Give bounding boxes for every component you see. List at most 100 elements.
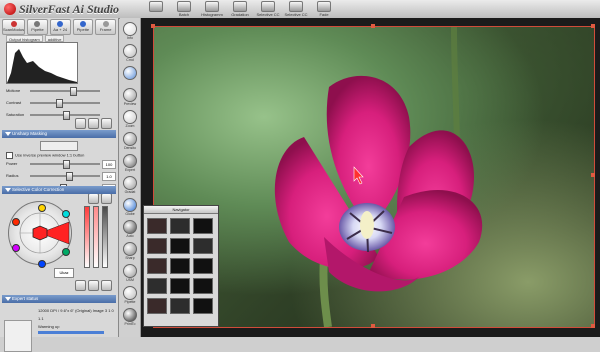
tab-3[interactable]: Pipette xyxy=(72,19,94,35)
toolbar-item-label: Batch xyxy=(178,12,190,17)
color-swatch-dot[interactable] xyxy=(12,218,20,226)
tab-label: Pipette xyxy=(31,27,44,32)
color-swatch-dot[interactable] xyxy=(62,248,70,256)
reset-button[interactable] xyxy=(75,118,86,129)
slider-knob[interactable] xyxy=(56,99,64,108)
crop-handle-top[interactable] xyxy=(371,24,375,28)
toolbar-item-1[interactable]: Batch xyxy=(173,1,195,17)
tab-2[interactable]: Aa + 24 Bit xyxy=(49,19,71,52)
side-tool-3[interactable]: Preview xyxy=(122,88,138,107)
color-swatch-dot[interactable] xyxy=(62,210,70,218)
side-tool-9[interactable]: Auto xyxy=(122,220,138,239)
slider-row: Contrast xyxy=(6,98,114,108)
side-tool-label: Sharp xyxy=(125,256,135,260)
section-usm[interactable]: Unsharp Masking xyxy=(2,130,116,138)
side-tool-5[interactable]: Densito xyxy=(122,132,138,151)
navigator-thumbnail[interactable] xyxy=(147,278,167,294)
navigator-thumbnail[interactable] xyxy=(170,298,190,314)
color-swatch-dot[interactable] xyxy=(38,260,46,268)
navigator-panel[interactable]: Navigator xyxy=(143,205,219,327)
tulip-photo xyxy=(274,27,483,327)
crop-handle-bottom[interactable] xyxy=(371,324,375,328)
usm-checkbox[interactable]: Use inverse preview window 1:1 button xyxy=(6,152,84,159)
level-slider-bar[interactable] xyxy=(84,206,90,268)
color-swatch-dot[interactable] xyxy=(12,244,20,252)
slider-track[interactable] xyxy=(30,102,100,104)
usm-save-button[interactable] xyxy=(101,193,112,204)
side-tool-1[interactable]: Cmd xyxy=(122,44,138,63)
slider-track[interactable] xyxy=(30,90,100,92)
scc-delete-button[interactable] xyxy=(101,280,112,291)
navigator-thumbnail[interactable] xyxy=(147,258,167,274)
silverfast-logo-icon xyxy=(4,3,16,15)
crop-handle-tr[interactable] xyxy=(591,24,595,28)
navigator-thumbnail[interactable] xyxy=(147,298,167,314)
navigator-thumbnail[interactable] xyxy=(193,278,213,294)
navigator-thumbnail[interactable] xyxy=(193,298,213,314)
tab-icon xyxy=(102,21,109,27)
slider-track[interactable] xyxy=(30,175,100,177)
navigator-thumbnail[interactable] xyxy=(147,218,167,234)
toolbar-item-3[interactable]: Gradation xyxy=(229,1,251,17)
navigator-thumbnail[interactable] xyxy=(170,258,190,274)
color-swatch-dot[interactable] xyxy=(38,204,46,212)
selective-color-icon xyxy=(261,1,275,12)
toolbar-item-0[interactable] xyxy=(145,1,167,17)
level-slider-bar[interactable] xyxy=(93,206,99,268)
delete-button[interactable] xyxy=(101,118,112,129)
section-scc[interactable]: Selective Color Correction xyxy=(2,186,116,194)
slider-knob[interactable] xyxy=(66,172,74,181)
side-tool-0[interactable]: Info xyxy=(122,22,138,41)
navigator-thumbnail[interactable] xyxy=(193,238,213,254)
side-tool-8[interactable]: Globe xyxy=(122,198,138,217)
side-tool-6[interactable]: Expert xyxy=(122,154,138,173)
slider-knob[interactable] xyxy=(69,87,77,96)
level-slider-bar[interactable] xyxy=(102,206,108,268)
side-tool-13[interactable]: PrintTo xyxy=(122,308,138,327)
section-expert[interactable]: Expert status xyxy=(2,295,116,303)
toolbar-item-5[interactable]: Selective CC xyxy=(284,1,308,17)
slider-knob[interactable] xyxy=(63,160,70,169)
app-title: SilverFast xyxy=(19,1,70,16)
navigator-thumbnail[interactable] xyxy=(193,258,213,274)
title-bar: SilverFast Ai Studio Batch Histogramm Grad… xyxy=(0,0,600,19)
slider-label: Radius xyxy=(6,173,19,178)
navigator-thumbnail[interactable] xyxy=(170,238,190,254)
crop-handle-tl[interactable] xyxy=(151,24,155,28)
usm-preview-button[interactable] xyxy=(88,193,99,204)
navigator-thumbnail[interactable] xyxy=(170,218,190,234)
histogram-mode-label[interactable]: additive xyxy=(44,35,65,42)
toolbar-item-6[interactable]: Fade xyxy=(313,1,335,17)
navigator-thumbnail[interactable] xyxy=(170,278,190,294)
side-tool-4[interactable]: Zoom xyxy=(122,110,138,129)
side-tool-7[interactable]: Gradat xyxy=(122,176,138,195)
histogram-output-label: Output histogram xyxy=(6,35,43,42)
navigator-thumbnail[interactable] xyxy=(147,238,167,254)
tab-0[interactable]: ScanModus xyxy=(2,19,26,35)
histogram-header: Output histogram additive xyxy=(6,35,112,42)
info-line-1: 12000 DPI / 9.6"x 6" (Original) Image 3 … xyxy=(38,308,114,313)
side-tool-10[interactable]: Sharp xyxy=(122,242,138,261)
auto-icon xyxy=(123,220,137,234)
usm-mode-select[interactable] xyxy=(40,141,78,151)
side-tool-label: Preview xyxy=(123,102,137,106)
slider-value-field[interactable]: 1.0 xyxy=(102,172,116,181)
crop-handle-right[interactable] xyxy=(591,173,595,177)
side-tool-2[interactable] xyxy=(122,66,138,80)
scc-save-button[interactable] xyxy=(88,280,99,291)
crop-handle-br[interactable] xyxy=(591,324,595,328)
toolbar-item-4[interactable]: Selective CC xyxy=(256,1,280,17)
tab-1[interactable]: Pipette xyxy=(27,19,48,35)
preview-image[interactable] xyxy=(153,26,595,328)
tab-4[interactable]: Frame xyxy=(95,19,116,35)
side-tool-11[interactable]: USM xyxy=(122,264,138,283)
checkbox-icon[interactable] xyxy=(6,152,13,159)
navigator-thumbnail[interactable] xyxy=(193,218,213,234)
save-button[interactable] xyxy=(88,118,99,129)
slider-value-field[interactable]: 100 xyxy=(102,160,116,169)
navigator-thumbnails xyxy=(147,218,213,322)
side-tool-12[interactable]: Pipette xyxy=(122,286,138,305)
toolbar-item-2[interactable]: Histogramm xyxy=(201,1,223,17)
sharpen-icon xyxy=(123,242,137,256)
scc-reset-button[interactable] xyxy=(75,280,86,291)
